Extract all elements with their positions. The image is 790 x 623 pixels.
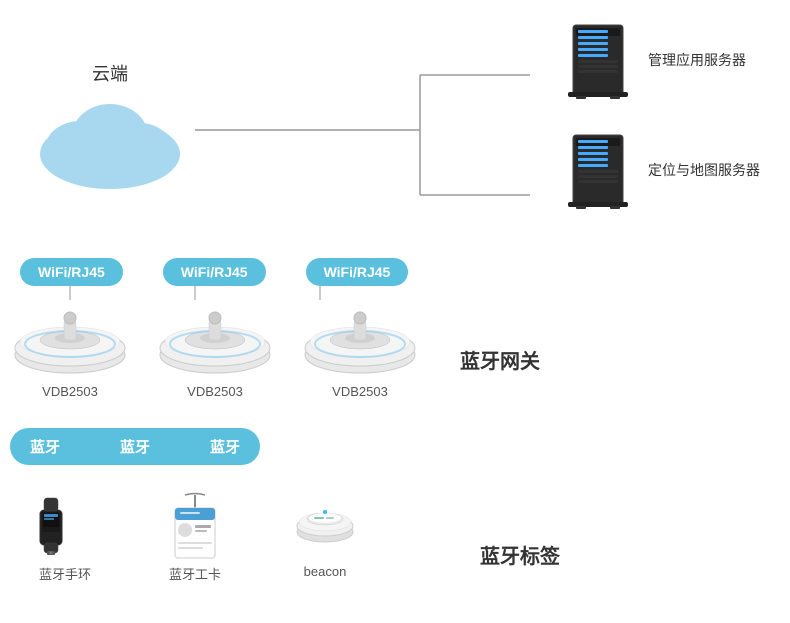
gateway-2: VDB2503 [155,300,275,399]
server-location-icon [558,130,638,210]
tags-row: 蓝牙手环 蓝牙工卡 [10,490,380,583]
bt-tag-title: 蓝牙标签 [480,540,560,569]
servers-section: 管理应用服务器 定位与地图服务器 [558,20,760,210]
gateway-title: 蓝牙网关 [460,345,540,374]
gateway-icon-3 [300,300,420,380]
wifi-row: WiFi/RJ45 WiFi/RJ45 WiFi/RJ45 [20,258,408,286]
gateway-3: VDB2503 [300,300,420,399]
wifi-pill-3: WiFi/RJ45 [306,258,409,286]
server-location: 定位与地图服务器 [558,130,760,210]
gateways-row: VDB2503 VDB2503 [10,300,420,399]
beacon-icon [290,490,360,560]
bt-pills-container: 蓝牙 蓝牙 蓝牙 [10,428,260,465]
server-location-label: 定位与地图服务器 [648,160,760,180]
bracelet-icon [30,490,100,560]
server-management-icon [558,20,638,100]
wifi-pill-2: WiFi/RJ45 [163,258,266,286]
main-diagram: 云端 [0,0,790,623]
server-management-label: 管理应用服务器 [648,50,746,70]
beacon-label: beacon [304,564,347,579]
cloud-icon [30,94,190,194]
gateway-icon-1 [10,300,130,380]
bt-pill-2: 蓝牙 [120,436,150,457]
gateway-icon-2 [155,300,275,380]
gateway-label-3: VDB2503 [332,384,388,399]
tag-bracelet: 蓝牙手环 [10,490,120,583]
bracelet-label: 蓝牙手环 [39,564,91,583]
cloud-label: 云端 [30,60,190,86]
gateway-label-2: VDB2503 [187,384,243,399]
card-icon [160,490,230,560]
cloud-section: 云端 [30,60,190,199]
bt-pill-1: 蓝牙 [30,436,60,457]
server-management: 管理应用服务器 [558,20,760,100]
bt-pill-3: 蓝牙 [210,436,240,457]
tag-beacon: beacon [270,490,380,583]
tag-card: 蓝牙工卡 [140,490,250,583]
gateway-1: VDB2503 [10,300,130,399]
gateway-label-1: VDB2503 [42,384,98,399]
card-label: 蓝牙工卡 [169,564,221,583]
wifi-pill-1: WiFi/RJ45 [20,258,123,286]
